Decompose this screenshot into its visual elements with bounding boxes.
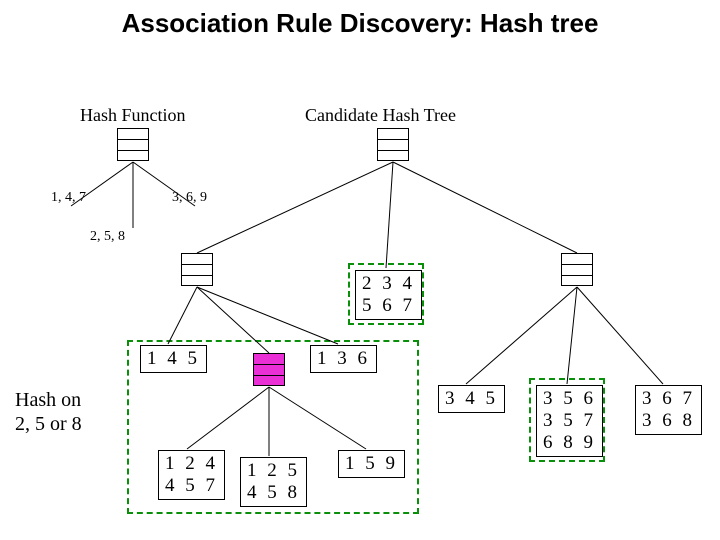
leaf-125-458: 1 2 5 4 5 8 [240, 457, 307, 507]
label-branch-left: 1, 4, 7 [51, 190, 86, 206]
leaf-345: 3 4 5 [438, 385, 505, 413]
hashfn-root-node [117, 128, 149, 161]
page-title: Association Rule Discovery: Hash tree [0, 8, 720, 39]
leaf-136: 1 3 6 [310, 345, 377, 373]
label-branch-right: 3, 6, 9 [172, 190, 207, 206]
leaf-145: 1 4 5 [140, 345, 207, 373]
leaf-124-457: 1 2 4 4 5 7 [158, 450, 225, 500]
label-branch-mid: 2, 5, 8 [90, 229, 125, 245]
leaf-234-567: 2 3 4 5 6 7 [355, 270, 422, 320]
tree-root-node [377, 128, 409, 161]
diagram-stage: Association Rule Discovery: Hash tree Ha… [0, 0, 720, 540]
label-candidate-tree: Candidate Hash Tree [305, 105, 456, 126]
tree-left-mid-node [253, 353, 285, 386]
tree-right-node [561, 253, 593, 286]
leaf-367-368: 3 6 7 3 6 8 [635, 385, 702, 435]
tree-left-node [181, 253, 213, 286]
leaf-356-357-689: 3 5 6 3 5 7 6 8 9 [536, 385, 603, 457]
label-hash-function: Hash Function [80, 105, 186, 126]
leaf-159: 1 5 9 [338, 450, 405, 478]
label-hash-on: Hash on 2, 5 or 8 [15, 388, 82, 436]
